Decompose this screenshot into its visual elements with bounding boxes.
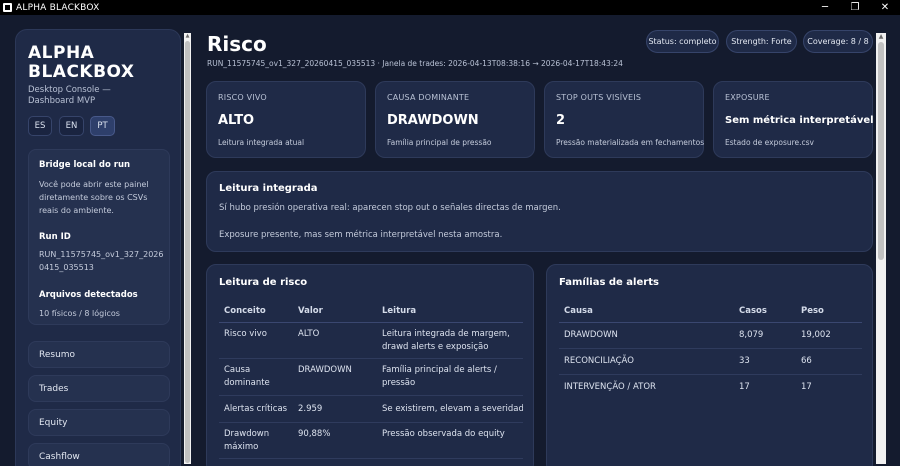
stat-card-exposure: EXPOSURE Sem métrica interpretável Estad… xyxy=(713,81,874,158)
scroll-up-arrow-icon[interactable]: ▲ xyxy=(876,33,886,41)
sidebar-scrollbar[interactable]: ▲ xyxy=(184,33,191,464)
main-scrollbar[interactable]: ▲ xyxy=(876,33,886,464)
table-row: Causa dominante DRAWDOWN Família princip… xyxy=(219,359,523,396)
table-cell: 19,002 xyxy=(801,330,831,340)
scroll-up-arrow-icon[interactable]: ▲ xyxy=(184,33,191,40)
table-cell: 8,079 xyxy=(739,330,764,340)
risk-reading-panel: Leitura de risco Conceito Valor Leitura … xyxy=(206,264,534,466)
table-cell: Causa dominante xyxy=(224,365,270,388)
files-title: Arquivos detectados xyxy=(39,290,138,300)
nav-item-cashflow[interactable]: Cashflow xyxy=(28,443,170,466)
table-cell: Drawdown máximo xyxy=(224,429,270,452)
nav-item-trades[interactable]: Trades xyxy=(28,375,170,402)
status-badge: Status: completo xyxy=(646,30,719,53)
window-titlebar: ALPHA BLACKBOX ─ ❐ ✕ xyxy=(0,0,900,15)
table-cell: DRAWDOWN xyxy=(564,330,618,340)
stat-caption: Pressão materializada em fechamentos xyxy=(556,138,705,147)
table-cell: Risco vivo xyxy=(224,329,267,339)
page-title: Risco xyxy=(207,32,267,56)
stat-value: 2 xyxy=(556,113,566,128)
main-scroll-thumb[interactable] xyxy=(878,42,884,260)
table-cell: Se existirem, elevam a severidade do xyxy=(382,404,523,414)
stat-value: DRAWDOWN xyxy=(387,113,479,128)
stat-label: EXPOSURE xyxy=(725,93,770,102)
table-cell: 90,88% xyxy=(298,429,331,439)
integrated-reading-card: Leitura integrada Sí hubo presión operat… xyxy=(206,171,873,252)
language-es-button[interactable]: ES xyxy=(28,116,52,136)
table-cell: 2.959 xyxy=(298,404,323,414)
stat-caption: Família principal de pressão xyxy=(387,138,492,147)
integrated-line-1: Sí hubo presión operativa real: aparecen… xyxy=(219,203,561,213)
run-id-title: Run ID xyxy=(39,232,71,242)
column-header: Peso xyxy=(801,306,824,316)
sidebar: ALPHA BLACKBOX Desktop Console — Dashboa… xyxy=(15,29,181,466)
integrated-line-2: Exposure presente, mas sem métrica inter… xyxy=(219,230,503,240)
table-cell: 17 xyxy=(739,382,750,392)
language-en-button[interactable]: EN xyxy=(59,116,84,136)
panel-title: Famílias de alerts xyxy=(559,277,659,288)
stat-value: ALTO xyxy=(218,113,255,128)
coverage-badge: Coverage: 8 / 8 xyxy=(803,30,873,53)
brand-title: ALPHA BLACKBOX xyxy=(28,43,135,82)
stat-label: STOP OUTS VISÍVEIS xyxy=(556,93,642,102)
table-cell: Família principal de alerts / pressão xyxy=(382,365,497,388)
table-row: Drawdown máximo 90,88% Pressão observada… xyxy=(219,423,523,459)
table-cell: Leitura integrada de margem, drawd alert… xyxy=(382,329,510,352)
run-bridge-card: Bridge local do run Você pode abrir este… xyxy=(28,149,170,325)
table-cell: ALTO xyxy=(298,329,320,339)
table-header: Causa Casos Peso xyxy=(559,297,862,323)
stat-caption: Estado de exposure.csv xyxy=(725,138,814,147)
sidebar-scroll-thumb[interactable] xyxy=(185,41,190,463)
table-row: INTERVENÇÃO / ATOR 17 17 xyxy=(559,375,862,401)
stat-card-stop-outs: STOP OUTS VISÍVEIS 2 Pressão materializa… xyxy=(544,81,704,158)
minimize-icon[interactable]: ─ xyxy=(810,0,840,15)
app-icon xyxy=(3,3,12,12)
language-pt-button[interactable]: PT xyxy=(90,116,115,136)
table-row: DRAWDOWN 8,079 19,002 xyxy=(559,323,862,349)
stat-card-causa-dominante: CAUSA DOMINANTE DRAWDOWN Família princip… xyxy=(375,81,535,158)
strength-badge: Strength: Forte xyxy=(726,30,797,53)
table-cell: DRAWDOWN xyxy=(298,365,352,375)
column-header: Leitura xyxy=(382,306,417,316)
column-header: Valor xyxy=(298,306,323,316)
close-icon[interactable]: ✕ xyxy=(870,0,900,15)
maximize-icon[interactable]: ❐ xyxy=(840,0,870,15)
table-row: RECONCILIAÇÃO 33 66 xyxy=(559,349,862,375)
table-row: Risco vivo ALTO Leitura integrada de mar… xyxy=(219,323,523,359)
table-cell: Alertas críticas xyxy=(224,404,288,414)
nav-item-equity[interactable]: Equity xyxy=(28,409,170,436)
window-title: ALPHA BLACKBOX xyxy=(16,2,100,13)
integrated-title: Leitura integrada xyxy=(219,183,318,194)
brand-subtitle: Desktop Console — Dashboard MVP xyxy=(28,85,111,106)
table-row: Alertas críticas 2.959 Se existirem, ele… xyxy=(219,396,523,423)
page-meta: RUN_11575745_ov1_327_20260415_035513 · J… xyxy=(207,59,623,68)
table-cell: 17 xyxy=(801,382,812,392)
stat-caption: Leitura integrada atual xyxy=(218,138,305,147)
run-id-value: RUN_11575745_ov1_327_20260415_035513 xyxy=(39,250,164,272)
table-cell: Pressão observada do equity xyxy=(382,429,505,439)
column-header: Causa xyxy=(564,306,593,316)
table-cell: 33 xyxy=(739,356,750,366)
bridge-title: Bridge local do run xyxy=(39,160,131,170)
table-cell: 66 xyxy=(801,356,812,366)
alert-families-panel: Famílias de alerts Causa Casos Peso DRAW… xyxy=(546,264,873,466)
bridge-text: Você pode abrir este painel diretamente … xyxy=(39,180,149,215)
column-header: Conceito xyxy=(224,306,266,316)
table-header: Conceito Valor Leitura xyxy=(219,297,523,323)
table-cell: RECONCILIAÇÃO xyxy=(564,356,634,366)
window-controls: ─ ❐ ✕ xyxy=(810,0,900,15)
table-cell: INTERVENÇÃO / ATOR xyxy=(564,382,656,392)
column-header: Casos xyxy=(739,306,767,316)
stat-card-risco-vivo: RISCO VIVO ALTO Leitura integrada atual xyxy=(206,81,366,158)
stat-value: Sem métrica interpretável xyxy=(725,115,874,126)
files-value: 10 físicos / 8 lógicos xyxy=(39,309,120,318)
panel-title: Leitura de risco xyxy=(219,277,308,288)
stat-label: CAUSA DOMINANTE xyxy=(387,93,470,102)
nav-item-resumo[interactable]: Resumo xyxy=(28,341,170,368)
stat-label: RISCO VIVO xyxy=(218,93,267,102)
